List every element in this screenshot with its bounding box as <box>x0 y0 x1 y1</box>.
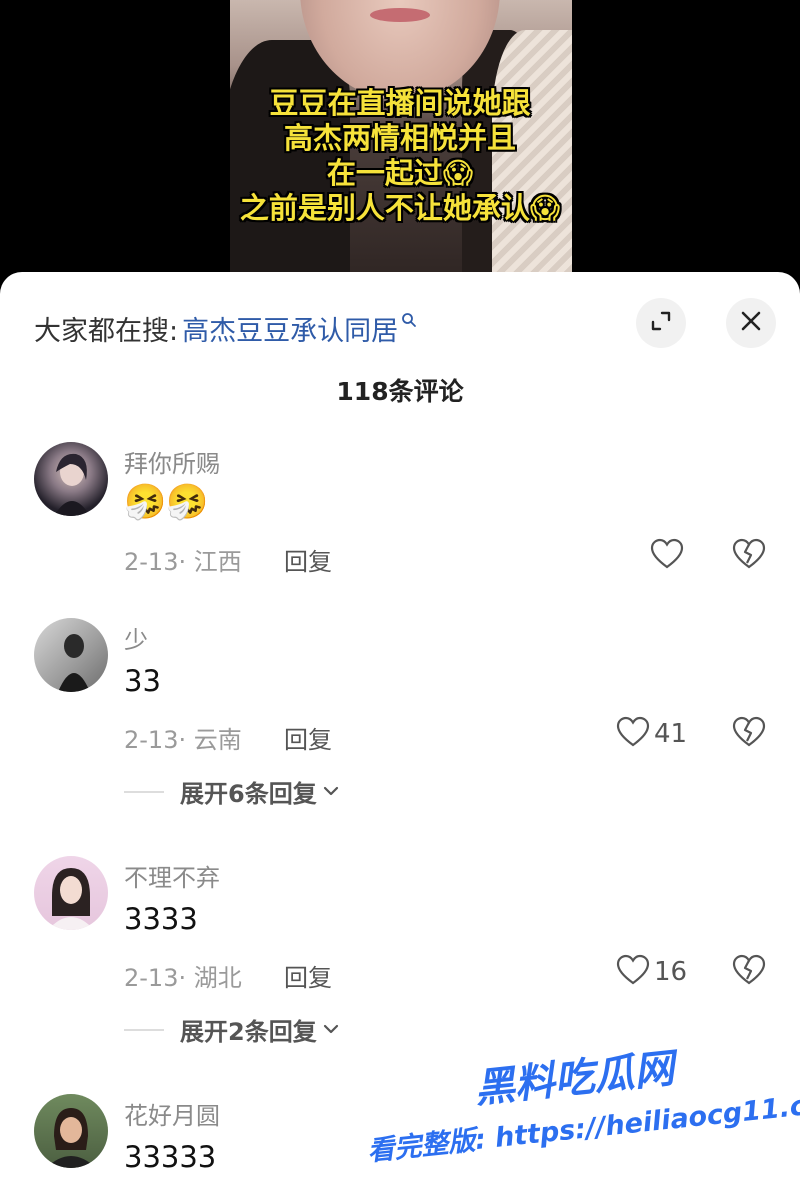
expand-replies-label: 展开6条回复 <box>180 780 317 808</box>
close-button[interactable] <box>726 298 776 348</box>
search-prefix: 大家都在搜: <box>34 315 179 347</box>
like-count: 16 <box>654 957 688 987</box>
comment-count: 118条评论 <box>336 377 464 406</box>
broken-heart-icon <box>732 716 766 752</box>
search-suggestion[interactable]: 大家都在搜: 高杰豆豆承认同居 <box>34 308 417 348</box>
like-button[interactable] <box>650 538 684 574</box>
comment-sheet: 大家都在搜: 高杰豆豆承认同居 118条评论 拜你所赐 🤧🤧 2-13· 江西 … <box>0 272 800 1200</box>
comment-meta: 2-13· 江西 <box>124 548 242 576</box>
caption-line: 在一起过😱 <box>326 156 474 190</box>
comment-content: 🤧🤧 <box>124 482 209 522</box>
comment-content: 33333 <box>124 1140 217 1174</box>
comment-meta: 2-13· 湖北 <box>124 964 242 992</box>
reply-button[interactable]: 回复 <box>284 720 332 755</box>
heart-icon <box>616 954 650 990</box>
caption-line: 豆豆在直播间说她跟 <box>269 86 531 120</box>
search-icon <box>401 312 417 328</box>
avatar[interactable] <box>34 856 108 930</box>
comment-item: 不理不弃 3333 2-13· 湖北 回复 16 展开2条回复 <box>0 856 800 1046</box>
comment-content: 33 <box>124 664 161 698</box>
reply-button[interactable]: 回复 <box>284 958 332 993</box>
reply-button[interactable]: 回复 <box>284 542 332 577</box>
comment-content: 3333 <box>124 902 198 936</box>
like-button[interactable]: 16 <box>616 954 687 990</box>
video-lips <box>370 8 430 22</box>
video-caption: 豆豆在直播间说她跟 高杰两情相悦并且 在一起过😱 之前是别人不让她承认😱 <box>200 86 600 226</box>
video-player[interactable]: 豆豆在直播间说她跟 高杰两情相悦并且 在一起过😱 之前是别人不让她承认😱 <box>0 0 800 300</box>
heart-icon <box>616 716 650 752</box>
search-term-link[interactable]: 高杰豆豆承认同居 <box>182 309 398 348</box>
comment-username[interactable]: 不理不弃 <box>124 858 220 893</box>
comment-username[interactable]: 拜你所赐 <box>124 444 220 479</box>
expand-replies-button[interactable]: 展开6条回复 <box>124 774 339 809</box>
divider <box>124 790 164 793</box>
comment-meta: 2-13· 云南 <box>124 726 242 754</box>
caption-line: 之前是别人不让她承认😱 <box>239 191 561 225</box>
heart-icon <box>650 538 684 574</box>
dislike-button[interactable] <box>732 538 766 574</box>
comment-username[interactable]: 少 <box>124 620 148 655</box>
chevron-down-icon <box>323 782 339 801</box>
avatar[interactable] <box>34 1094 108 1168</box>
chevron-down-icon <box>323 1020 339 1039</box>
like-button[interactable]: 41 <box>616 716 687 752</box>
expand-replies-label: 展开2条回复 <box>180 1018 317 1046</box>
broken-heart-icon <box>732 954 766 990</box>
expand-replies-button[interactable]: 展开2条回复 <box>124 1012 339 1047</box>
dislike-button[interactable] <box>732 954 766 990</box>
divider <box>124 1028 164 1031</box>
comment-username[interactable]: 花好月圆 <box>124 1096 220 1131</box>
caption-line: 高杰两情相悦并且 <box>283 121 516 155</box>
expand-icon <box>649 309 673 337</box>
expand-button[interactable] <box>636 298 686 348</box>
close-icon <box>739 309 763 337</box>
like-count: 41 <box>654 719 688 749</box>
comment-item: 拜你所赐 🤧🤧 2-13· 江西 回复 <box>0 442 800 592</box>
avatar[interactable] <box>34 618 108 692</box>
broken-heart-icon <box>732 538 766 574</box>
comment-item: 少 33 2-13· 云南 回复 41 展开6条回复 <box>0 618 800 808</box>
avatar[interactable] <box>34 442 108 516</box>
dislike-button[interactable] <box>732 716 766 752</box>
